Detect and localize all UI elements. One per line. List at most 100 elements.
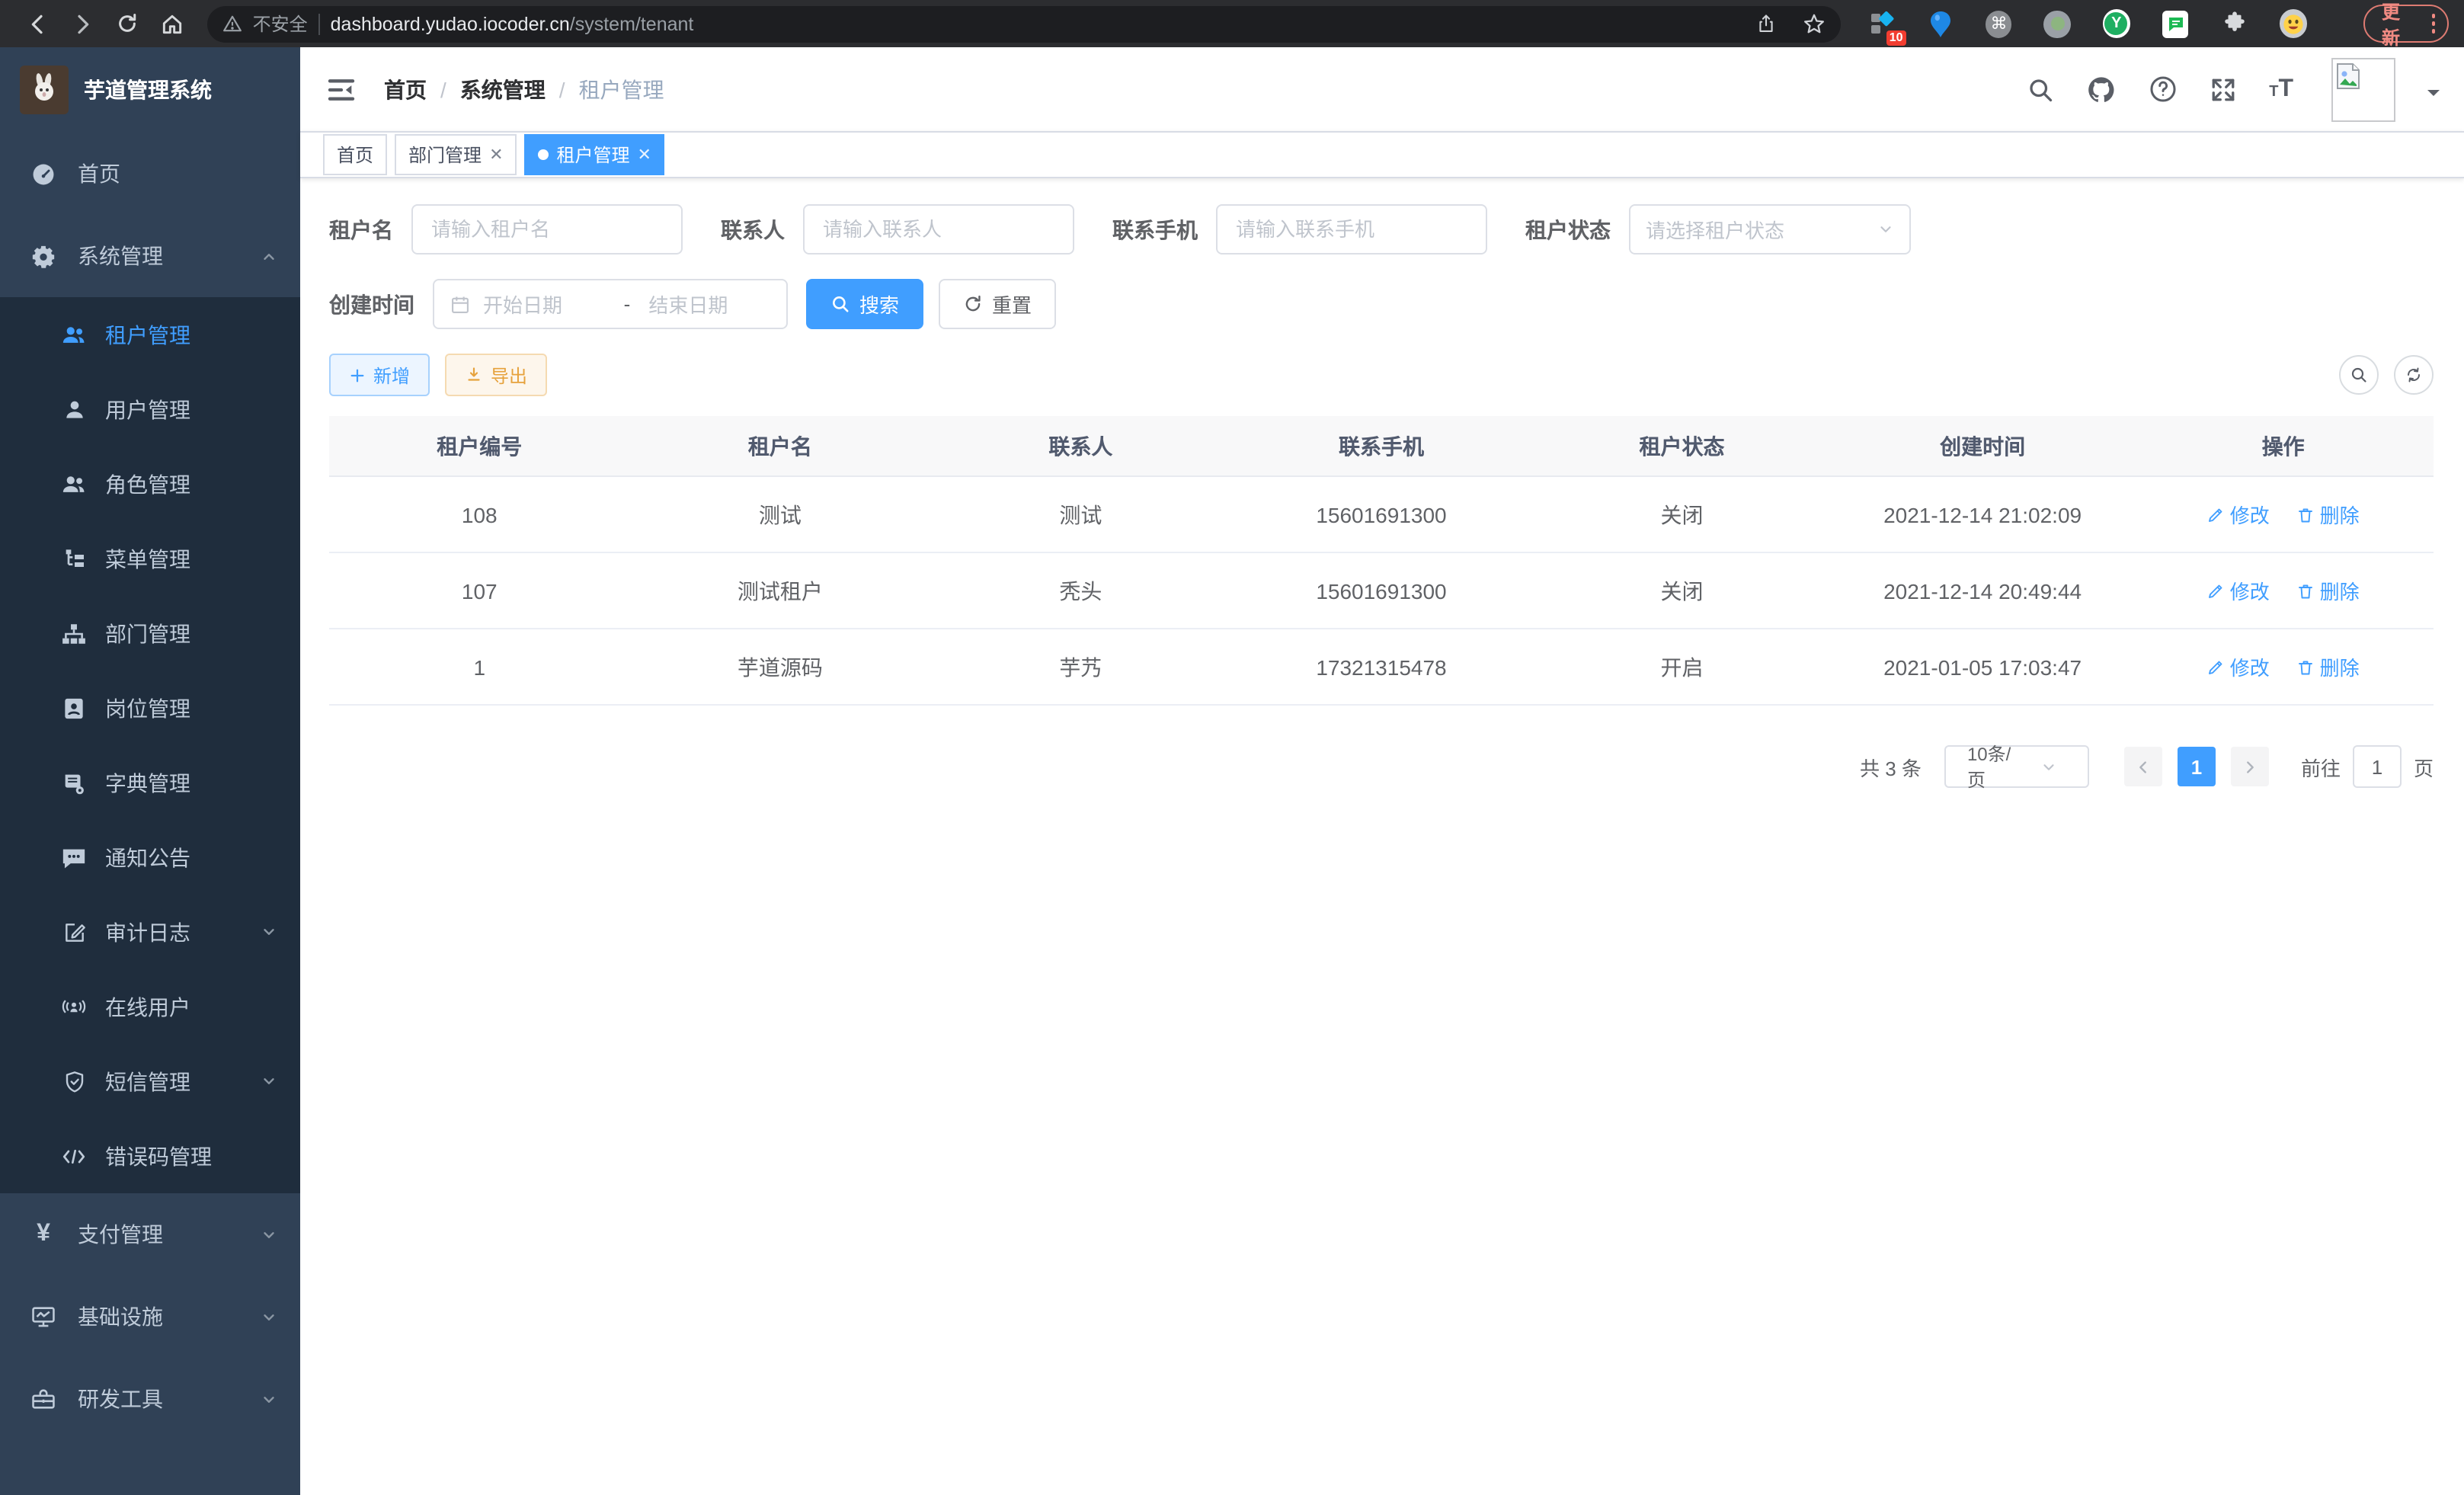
font-size-icon[interactable]: TT [2269,75,2293,103]
post-badge-icon [61,696,87,720]
sidebar-item-label: 在线用户 [105,991,190,1022]
extension-badge: 10 [1886,30,1906,45]
sidebar-item-menus[interactable]: 菜单管理 [0,521,300,596]
delete-link[interactable]: 删除 [2297,652,2360,681]
refresh-table-button[interactable] [2394,355,2434,395]
create-time-label: 创建时间 [329,289,414,319]
sidebar-item-dev-tools[interactable]: 研发工具 [0,1358,300,1440]
phone-input[interactable] [1216,204,1487,255]
not-secure-warning-icon [222,14,242,34]
close-icon[interactable]: ✕ [638,145,651,165]
cell-contact: 秃头 [930,552,1231,629]
sidebar-item-error-codes[interactable]: 错误码管理 [0,1119,300,1193]
breadcrumb-home[interactable]: 首页 [384,74,427,104]
date-range-picker[interactable]: 开始日期 - 结束日期 [433,279,788,329]
sidebar-item-label: 研发工具 [78,1384,163,1414]
sidebar-item-infrastructure[interactable]: 基础设施 [0,1276,300,1358]
omnibox-divider [318,13,320,34]
extension-y-icon[interactable]: Y [2103,9,2131,38]
tab-tenant[interactable]: 租户管理 ✕ [525,134,665,175]
delete-link[interactable]: 删除 [2297,500,2360,529]
show-search-toggle-button[interactable] [2339,355,2379,395]
add-button[interactable]: 新增 [329,354,430,396]
sidebar-item-announcements[interactable]: 通知公告 [0,820,300,895]
app-title: 芋道管理系统 [84,75,212,105]
page-number-current[interactable]: 1 [2178,747,2216,786]
back-icon[interactable] [15,4,60,43]
header-actions: TT [2027,57,2440,121]
sidebar-item-label: 租户管理 [105,319,190,350]
sidebar-item-home[interactable]: 首页 [0,133,300,215]
plus-icon [349,367,366,383]
page-size-value: 10条/页 [1967,741,2021,792]
bookmark-star-icon[interactable] [1803,12,1826,35]
reload-icon[interactable] [105,4,150,43]
github-icon[interactable] [2086,74,2117,104]
table-toolbar: 新增 导出 [329,354,2434,396]
tab-departments[interactable]: 部门管理 ✕ [395,134,517,175]
sidebar-item-users[interactable]: 用户管理 [0,372,300,447]
sidebar-item-roles[interactable]: 角色管理 [0,447,300,521]
edit-link[interactable]: 修改 [2207,576,2270,605]
url-bar[interactable]: 不安全 dashboard.yudao.iocoder.cn/system/te… [207,5,1842,42]
reset-button[interactable]: 重置 [939,279,1056,329]
sidebar-item-system[interactable]: 系统管理 [0,215,300,297]
close-icon[interactable]: ✕ [489,145,503,165]
sidebar-menu: 首页 系统管理 租户管理 [0,133,300,1440]
app-logo-row[interactable]: 芋道管理系统 [0,47,300,133]
search-icon [830,294,850,314]
header-search-icon[interactable] [2027,75,2054,103]
delete-link[interactable]: 删除 [2297,576,2360,605]
share-icon[interactable] [1756,12,1778,35]
prev-page-button[interactable] [2124,747,2162,786]
next-page-button[interactable] [2231,747,2269,786]
sidebar-item-tenant[interactable]: 租户管理 [0,297,300,372]
tenant-table: 租户编号 租户名 联系人 联系手机 租户状态 创建时间 操作 108 测试 [329,416,2434,706]
delete-link-label: 删除 [2320,576,2360,605]
browser-update-button[interactable]: 更新 [2363,5,2449,43]
sidebar-item-departments[interactable]: 部门管理 [0,596,300,671]
search-button[interactable]: 搜索 [806,279,923,329]
sidebar-item-audit-log[interactable]: 审计日志 [0,895,300,969]
sidebar-item-label: 角色管理 [105,469,190,499]
fullscreen-icon[interactable] [2210,75,2237,103]
sidebar-item-dictionary[interactable]: 字典管理 [0,745,300,820]
sidebar-item-online-users[interactable]: 在线用户 [0,969,300,1044]
edit-link[interactable]: 修改 [2207,652,2270,681]
tab-home[interactable]: 首页 [323,134,387,175]
extension-gray-dot-icon[interactable] [2044,10,2071,37]
extension-emoji-icon[interactable] [2279,9,2307,38]
pagination-total: 共 3 条 [1860,752,1922,781]
edit-link[interactable]: 修改 [2207,500,2270,529]
export-button[interactable]: 导出 [445,354,547,396]
extension-tampermonkey-icon[interactable]: 10 [1869,10,1896,37]
edit-link-label: 修改 [2230,652,2270,681]
sidebar-item-sms[interactable]: 短信管理 [0,1044,300,1119]
extension-balloon-icon[interactable] [1928,10,1954,37]
forward-icon[interactable] [60,4,105,43]
tenant-name-input[interactable] [411,204,683,255]
sidebar-item-label: 短信管理 [105,1066,190,1096]
goto-page-input[interactable] [2353,745,2402,788]
page-size-select[interactable]: 10条/页 [1944,745,2089,788]
breadcrumb: 首页 / 系统管理 / 租户管理 [384,74,664,104]
sidebar-item-posts[interactable]: 岗位管理 [0,671,300,745]
table-row: 1 芋道源码 芋艿 17321315478 开启 2021-01-05 17:0… [329,629,2434,705]
status-select[interactable]: 请选择租户状态 [1629,204,1911,255]
contact-input[interactable] [803,204,1074,255]
home-icon[interactable] [150,4,195,43]
tenant-users-icon [61,322,87,347]
sidebar-item-payment[interactable]: ¥ 支付管理 [0,1193,300,1276]
avatar-dropdown-caret-icon[interactable] [2427,89,2440,101]
breadcrumb-system[interactable]: 系统管理 [460,74,546,104]
sidebar-toggle-icon[interactable] [325,74,358,104]
help-icon[interactable] [2149,75,2178,104]
extension-chat-icon[interactable] [2162,10,2189,37]
column-header: 联系手机 [1231,416,1532,476]
browser-menu-icon[interactable] [2427,14,2440,34]
extension-command-icon[interactable]: ⌘ [1986,10,2012,37]
avatar[interactable] [2331,57,2395,121]
cell-contact: 芋艿 [930,629,1231,705]
sidebar: 芋道管理系统 首页 系统管理 [0,47,300,1495]
extensions-puzzle-icon[interactable] [2221,10,2248,37]
